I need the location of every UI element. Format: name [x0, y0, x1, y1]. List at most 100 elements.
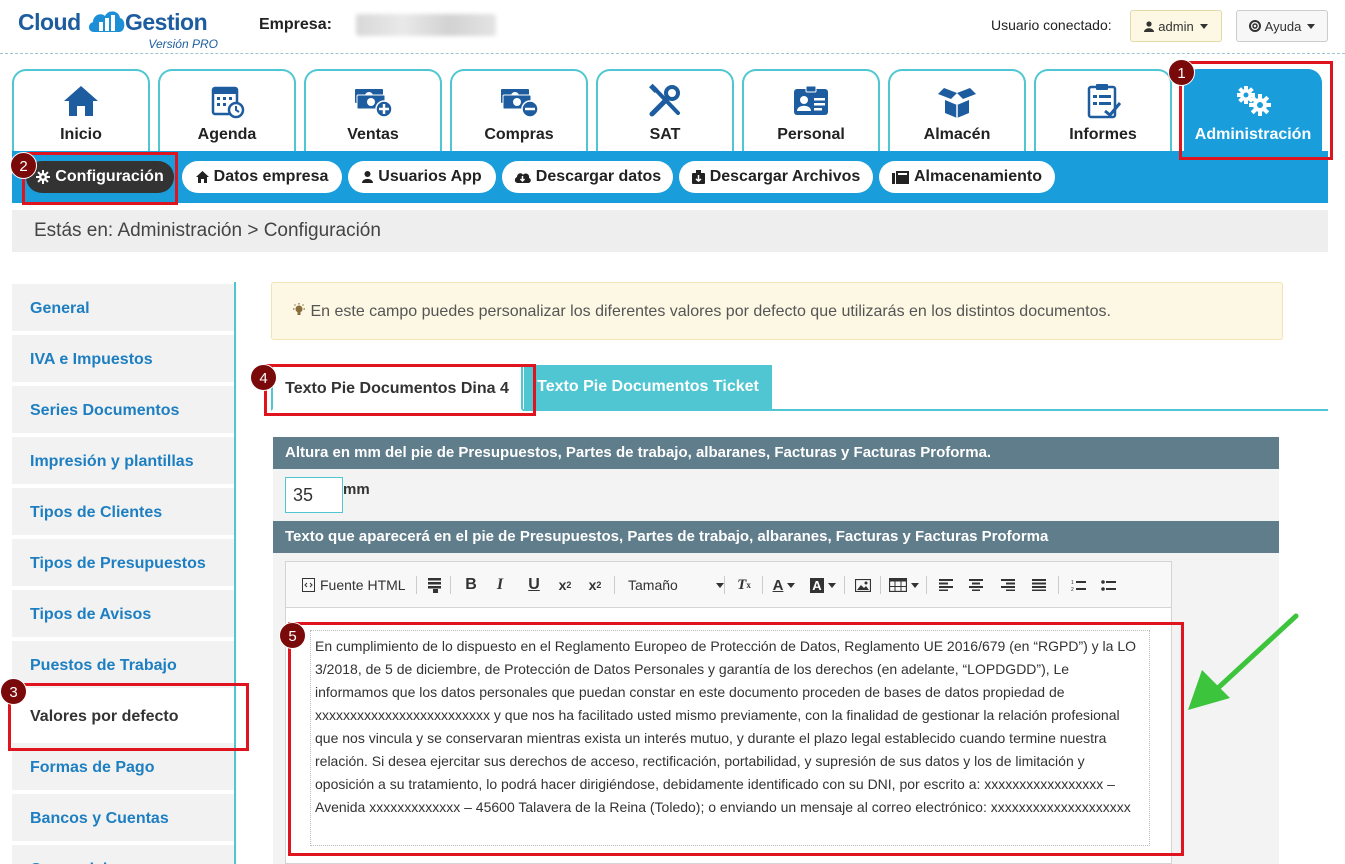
subnav-datos-empresa[interactable]: Datos empresa [182, 161, 342, 193]
module-tab-sat[interactable]: SAT [596, 69, 734, 151]
caret-down-icon [1199, 23, 1208, 29]
config-sidebar: General IVA e Impuestos Series Documento… [12, 282, 236, 864]
template-icon [427, 577, 441, 593]
subnav-descargar-archivos[interactable]: Descargar Archivos [679, 161, 873, 193]
sidebar-item-tipos-clientes[interactable]: Tipos de Clientes [12, 488, 234, 537]
subscript-icon[interactable]: x2 [554, 574, 576, 596]
text-color-button[interactable]: A [770, 574, 798, 596]
help-menu-button[interactable]: Ayuda [1236, 10, 1328, 42]
app-logo[interactable]: Cloud Gestion Versión PRO [18, 6, 228, 51]
info-alert: En este campo puedes personalizar los di… [271, 282, 1283, 340]
user-label: Usuario conectado: [991, 17, 1112, 33]
toolbar-separator [880, 576, 881, 594]
font-size-label: Tamaño [628, 577, 678, 593]
annotation-badge-5: 5 [279, 622, 306, 649]
subnav-label: Usuarios App [378, 168, 482, 185]
tab-texto-pie-ticket[interactable]: Texto Pie Documentos Ticket [524, 365, 772, 409]
top-header: Cloud Gestion Versión PRO Empresa: Usuar… [0, 0, 1345, 54]
svg-text:2: 2 [1071, 587, 1074, 592]
background-color-button[interactable]: A [808, 574, 838, 596]
sidebar-item-tipos-presupuestos[interactable]: Tipos de Presupuestos [12, 539, 234, 588]
table-button[interactable] [888, 574, 920, 596]
info-text: En este campo puedes personalizar los di… [310, 303, 1111, 320]
source-icon [302, 578, 315, 592]
user-menu-label: admin [1158, 18, 1194, 34]
sub-navigation-bar: Configuración Datos empresa Usuarios App… [12, 151, 1328, 203]
align-left-icon[interactable] [936, 574, 956, 596]
user-icon [362, 171, 374, 183]
toolbar-separator [450, 576, 451, 594]
template-button[interactable] [424, 574, 444, 596]
module-label: Almacén [923, 126, 991, 143]
annotation-box-3 [8, 683, 249, 751]
footer-height-input[interactable]: 35 [285, 477, 343, 513]
module-label: Informes [1069, 126, 1137, 143]
toolbar-separator [724, 576, 725, 594]
superscript-icon[interactable]: x2 [584, 574, 606, 596]
source-html-button[interactable]: Fuente HTML [302, 574, 406, 596]
align-right-icon[interactable] [998, 574, 1018, 596]
module-tab-compras[interactable]: Compras [450, 69, 588, 151]
align-center-glyph [969, 579, 983, 591]
image-icon [855, 578, 871, 592]
bulleted-list-icon[interactable] [1098, 574, 1118, 596]
module-tab-almacen[interactable]: Almacén [888, 69, 1026, 151]
toolbar-separator [416, 576, 417, 594]
subnav-almacenamiento[interactable]: Almacenamiento [879, 161, 1055, 193]
tools-icon [649, 83, 680, 117]
help-menu-label: Ayuda [1264, 18, 1302, 34]
sidebar-item-tipos-avisos[interactable]: Tipos de Avisos [12, 590, 234, 639]
bold-icon[interactable]: B [461, 574, 481, 596]
italic-icon[interactable]: I [490, 574, 510, 596]
money-plus-icon [355, 89, 393, 118]
module-tab-informes[interactable]: Informes [1034, 69, 1172, 151]
home-icon [64, 86, 98, 116]
caret-down-icon [1307, 23, 1316, 29]
logo-cloud-icon [88, 11, 125, 32]
module-tab-ventas[interactable]: Ventas [304, 69, 442, 151]
sidebar-item-impresion[interactable]: Impresión y plantillas [12, 437, 234, 486]
bulleted-list-glyph [1100, 579, 1116, 591]
sidebar-item-iva[interactable]: IVA e Impuestos [12, 335, 234, 384]
folder-icon [891, 170, 909, 184]
subnav-descargar-datos[interactable]: Descargar datos [502, 161, 673, 193]
sidebar-item-general[interactable]: General [12, 284, 234, 333]
background-color-icon: A [810, 577, 824, 593]
annotation-badge-4: 4 [250, 364, 277, 391]
underline-icon[interactable]: U [524, 574, 544, 596]
sidebar-item-series[interactable]: Series Documentos [12, 386, 234, 435]
module-label: Inicio [60, 126, 102, 143]
numbered-list-icon[interactable]: 12 [1068, 574, 1088, 596]
module-tab-personal[interactable]: Personal [742, 69, 880, 151]
align-justify-icon[interactable] [1029, 574, 1049, 596]
module-tab-agenda[interactable]: Agenda [158, 69, 296, 151]
logo-gestion-text: Gestion [125, 9, 208, 35]
font-size-select[interactable]: Tamaño [628, 574, 724, 596]
home-icon [195, 171, 209, 183]
module-label: Ventas [347, 126, 399, 143]
module-tab-inicio[interactable]: Inicio [12, 69, 150, 151]
sidebar-item-comercial[interactable]: Comercial [12, 845, 234, 864]
image-button[interactable] [852, 574, 874, 596]
text-color-icon: A [772, 576, 784, 594]
calendar-icon [211, 86, 245, 119]
annotation-badge-2: 2 [10, 152, 37, 179]
subnav-usuarios-app[interactable]: Usuarios App [348, 161, 496, 193]
sidebar-item-bancos[interactable]: Bancos y Cuentas [12, 794, 234, 843]
lightbulb-icon [293, 303, 305, 315]
height-section-header: Altura en mm del pie de Presupuestos, Pa… [273, 437, 1279, 469]
text-section-header: Texto que aparecerá en el pie de Presupu… [273, 521, 1279, 553]
subnav-label: Almacenamiento [913, 168, 1043, 185]
caret-down-icon [787, 582, 796, 588]
annotation-badge-1: 1 [1168, 59, 1195, 86]
align-left-glyph [939, 579, 953, 591]
user-menu-button[interactable]: admin [1130, 10, 1222, 42]
height-unit-label: mm [343, 481, 370, 498]
annotation-badge-3: 3 [0, 678, 27, 705]
align-center-icon[interactable] [966, 574, 986, 596]
annotation-box-4 [264, 364, 536, 416]
align-right-glyph [1001, 579, 1015, 591]
svg-text:1: 1 [1071, 580, 1074, 586]
clear-format-icon[interactable]: Tx [734, 574, 754, 596]
lifebuoy-icon [1248, 20, 1261, 32]
